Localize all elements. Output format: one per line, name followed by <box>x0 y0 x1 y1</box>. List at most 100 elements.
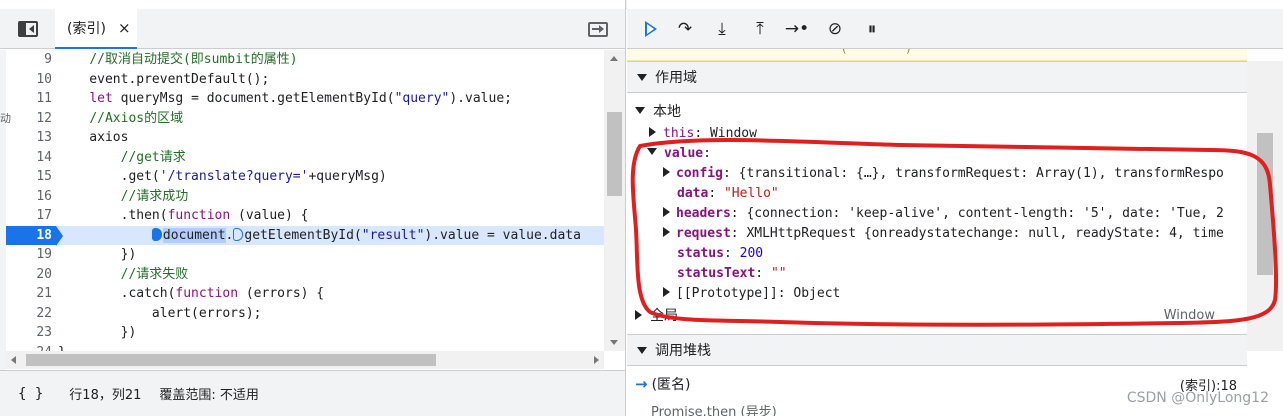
editor-horizontal-scrollbar[interactable] <box>6 351 604 369</box>
code-line[interactable]: 23 }) <box>6 323 604 343</box>
step-over-icon: ↷ <box>677 19 693 39</box>
code-text: .catch(function (errors) { <box>58 286 325 301</box>
toggle-debugger-icon[interactable] <box>588 22 608 37</box>
resume-button[interactable] <box>639 17 663 41</box>
scope-property-row[interactable]: [[Prototype]]: Object <box>663 284 840 304</box>
code-text: event.preventDefault(); <box>58 71 270 87</box>
scope-global-label: 全局 <box>650 308 678 324</box>
scope-property-row[interactable]: statusText: "" <box>677 264 787 284</box>
line-number[interactable]: 20 <box>6 265 56 285</box>
line-number[interactable]: 13 <box>6 128 56 148</box>
scope-property-row[interactable]: request: XMLHttpRequest {onreadystatecha… <box>663 224 1224 244</box>
pause-on-exceptions-button[interactable]: ⏸ <box>860 17 884 41</box>
property-key: [[Prototype]] <box>676 286 778 301</box>
expand-arrow-icon <box>637 346 647 354</box>
tab-label: (索引) <box>67 21 106 37</box>
line-number[interactable]: 23 <box>6 323 56 343</box>
callstack-title: 调用堆栈 <box>655 343 711 359</box>
code-line[interactable]: 11 let queryMsg = document.getElementByI… <box>6 89 604 109</box>
scope-global[interactable]: 全局 Window <box>635 306 1247 326</box>
show-navigator-icon[interactable] <box>18 21 38 37</box>
collapsed-arrow-icon <box>635 310 642 320</box>
watermark: CSDN @OnlyLong12 <box>1126 390 1269 406</box>
expand-arrow-icon <box>637 73 647 81</box>
scope-scrollbar[interactable] <box>1247 61 1283 351</box>
resume-icon <box>645 21 657 37</box>
current-frame-arrow-icon: → <box>635 375 648 393</box>
code-text: //取消自动提交(即sumbit的属性) <box>89 52 298 67</box>
collapsed-arrow-icon <box>663 207 670 217</box>
scope-property-row[interactable]: data: "Hello" <box>677 184 779 204</box>
line-number[interactable]: 10 <box>6 70 56 90</box>
property-key: status <box>677 246 724 261</box>
deactivate-breakpoints-button[interactable]: ⊘ <box>823 17 847 41</box>
code-line[interactable]: 14 //get请求 <box>6 148 604 168</box>
current-execution-line[interactable]: 18 document. getElementById("result").val… <box>6 225 604 245</box>
close-icon[interactable]: × <box>118 19 131 37</box>
step-into-icon: ⤓ <box>718 19 726 39</box>
scope-local-label: 本地 <box>653 104 681 120</box>
line-number[interactable]: 19 <box>6 245 56 265</box>
debugger-toolbar: ↷ ⤓ ⤒ →• ⊘ ⏸ <box>627 9 1283 49</box>
step-into-button[interactable]: ⤓ <box>710 17 734 41</box>
step-out-icon: ⤒ <box>756 19 764 39</box>
line-number[interactable]: 12 <box>6 109 56 129</box>
code-text: let queryMsg = document.getElementById("… <box>89 91 512 106</box>
code-line[interactable]: 10 event.preventDefault(); <box>6 70 604 90</box>
code-line[interactable]: 12 //Axios的区域 <box>6 109 604 129</box>
code-editor[interactable]: 9 //取消自动提交(即sumbit的属性) 10 event.preventDe… <box>6 50 604 351</box>
line-number[interactable]: 18 <box>6 225 63 245</box>
step-icon: →• <box>784 19 810 39</box>
expand-arrow-icon <box>635 107 645 114</box>
step-button[interactable]: →• <box>785 17 809 41</box>
code-text: }) <box>58 325 137 340</box>
code-text: //Axios的区域 <box>89 110 184 126</box>
property-value: 200 <box>739 246 764 261</box>
code-text: axios <box>58 130 129 145</box>
scope-value-row[interactable]: value: <box>647 144 711 164</box>
pretty-print-icon[interactable]: { } <box>18 386 43 402</box>
property-key: statusText <box>677 266 756 281</box>
code-line[interactable]: 21 .catch(function (errors) { <box>6 284 604 304</box>
scope-section-header[interactable]: 作用域 <box>627 61 1247 93</box>
code-line[interactable]: 19 }) <box>6 245 604 265</box>
step-over-button[interactable]: ↷ <box>673 17 697 41</box>
code-line[interactable]: 20 //请求失败 <box>6 265 604 285</box>
code-text: //get请求 <box>120 149 186 165</box>
scope-property-row[interactable]: headers: {connection: 'keep-alive', cont… <box>663 204 1224 224</box>
pause-exceptions-icon: ⏸ <box>867 19 877 39</box>
code-text: .then(function (value) { <box>58 208 309 223</box>
scope-property-row[interactable]: config: {transitional: {…}, transformReq… <box>663 164 1224 184</box>
step-out-button[interactable]: ⤒ <box>748 17 772 41</box>
tab-index-file[interactable]: (索引) × <box>55 9 137 49</box>
code-line[interactable]: 9 //取消自动提交(即sumbit的属性) <box>6 50 604 70</box>
code-line[interactable]: 22 alert(errors); <box>6 304 604 324</box>
callstack-section-header[interactable]: 调用堆栈 <box>627 334 1247 366</box>
code-line[interactable]: 15 .get('/translate?query='+queryMsg) <box>6 167 604 187</box>
code-text: }) <box>58 247 137 262</box>
property-key: request <box>676 226 731 241</box>
line-number[interactable]: 14 <box>6 148 56 168</box>
scope-this-row[interactable]: this: Window <box>649 124 757 144</box>
line-number[interactable]: 11 <box>6 89 56 109</box>
code-line[interactable]: 13 axios <box>6 128 604 148</box>
editor-vertical-scrollbar[interactable] <box>604 50 625 351</box>
line-number[interactable]: 17 <box>6 206 56 226</box>
property-value: {connection: 'keep-alive', content-lengt… <box>746 206 1224 221</box>
line-number[interactable]: 22 <box>6 304 56 324</box>
scope-local[interactable]: 本地 <box>635 102 681 122</box>
scope-title: 作用域 <box>655 70 697 86</box>
property-value: Object <box>793 286 841 301</box>
scope-property-row[interactable]: status: 200 <box>677 244 763 264</box>
code-line[interactable]: 24} <box>6 343 604 352</box>
line-number[interactable]: 24 <box>6 343 56 352</box>
code-text: alert(errors); <box>58 305 262 321</box>
line-number[interactable]: 16 <box>6 187 56 207</box>
code-text: //请求成功 <box>120 188 189 204</box>
code-line[interactable]: 17 .then(function (value) { <box>6 206 604 226</box>
line-number[interactable]: 9 <box>6 50 56 70</box>
code-line[interactable]: 16 //请求成功 <box>6 187 604 207</box>
line-number[interactable]: 21 <box>6 284 56 304</box>
line-number[interactable]: 15 <box>6 167 56 187</box>
scope-tree: 本地 this: Window value: config: {transiti… <box>627 96 1247 328</box>
